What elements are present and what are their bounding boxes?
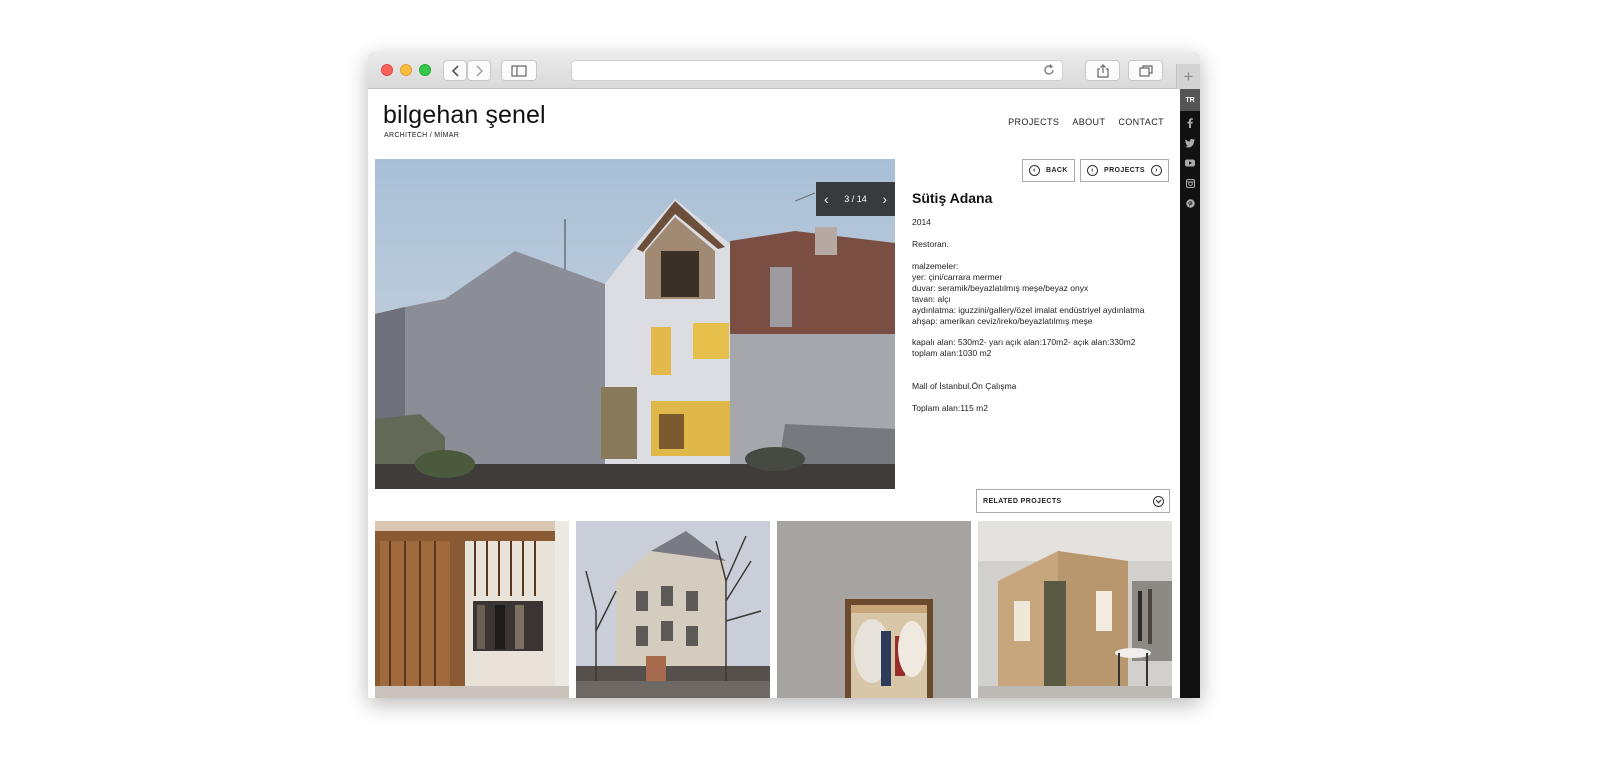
related-project-thumbnail[interactable] <box>777 521 971 698</box>
tabs-icon <box>1138 64 1153 77</box>
related-project-thumbnail[interactable] <box>576 521 770 698</box>
instagram-icon[interactable] <box>1185 178 1195 188</box>
materials-line: tavan: alçı <box>912 294 951 304</box>
street-building-photo <box>576 521 770 698</box>
project-year: 2014 <box>912 217 931 227</box>
wooden-kiosk-photo <box>978 521 1172 698</box>
back-button[interactable]: ‹ BACK <box>1022 159 1075 182</box>
share-icon <box>1096 63 1109 78</box>
reload-icon[interactable] <box>1042 63 1056 77</box>
project-title: Sütiş Adana <box>912 190 993 206</box>
pinterest-icon[interactable] <box>1185 198 1195 208</box>
zoom-window-button[interactable] <box>419 64 431 76</box>
main-nav: PROJECTS ABOUT CONTACT <box>1008 117 1164 127</box>
project-type: Restoran. <box>912 239 949 249</box>
new-tab-button[interactable]: + <box>1176 64 1200 89</box>
nav-item-about[interactable]: ABOUT <box>1072 117 1105 127</box>
materials-line: yer: çini/carrara mermer <box>912 272 1003 282</box>
materials-line: duvar: seramik/beyazlatılmış meşe/beyaz … <box>912 283 1089 293</box>
site-logo[interactable]: bilgehan şenel <box>383 101 546 130</box>
browser-toolbar: + <box>368 52 1200 89</box>
materials-line: ahşap: amerikan ceviz/ireko/beyazlatılmı… <box>912 316 1093 326</box>
share-button[interactable] <box>1085 60 1120 81</box>
minimize-window-button[interactable] <box>400 64 412 76</box>
social-sidebar: TR <box>1180 89 1200 698</box>
browser-window: + bilgehan şenel ARCHITECH / MİMAR PROJE… <box>368 52 1200 698</box>
gallery-counter-text: 3 / 14 <box>844 194 867 204</box>
youtube-icon[interactable] <box>1185 158 1195 168</box>
gallery-counter: ‹ 3 / 14 › <box>816 182 895 216</box>
project-area: kapalı alan: 530m2- yarı açık alan:170m2… <box>912 337 1167 359</box>
chevron-left-icon <box>451 64 459 77</box>
area-line: toplam alan:1030 m2 <box>912 348 992 358</box>
nav-item-projects[interactable]: PROJECTS <box>1008 117 1059 127</box>
forward-nav-button[interactable] <box>467 60 491 81</box>
projects-button-label: PROJECTS <box>1104 167 1145 174</box>
tabs-overview-button[interactable] <box>1128 60 1163 81</box>
chevron-left-circle-icon: ‹ <box>1087 165 1098 176</box>
back-button-label: BACK <box>1046 167 1068 174</box>
facebook-icon[interactable] <box>1185 118 1195 128</box>
site-tagline: ARCHITECH / MİMAR <box>384 132 460 139</box>
chevron-right-icon <box>475 64 483 77</box>
related-project-thumbnail[interactable] <box>375 521 569 698</box>
sidebar-toggle-button[interactable] <box>501 60 537 81</box>
chevron-left-circle-icon: ‹ <box>1029 165 1040 176</box>
related-projects-label: RELATED PROJECTS <box>983 497 1062 505</box>
chevron-down-circle-icon <box>1153 495 1164 507</box>
gallery-prev-button[interactable]: ‹ <box>824 192 829 206</box>
project-materials: malzemeler: yer: çini/carrara mermer duv… <box>912 261 1167 327</box>
materials-line: malzemeler: <box>912 261 959 271</box>
language-switch[interactable]: TR <box>1180 89 1200 111</box>
boutique-interior-photo <box>375 521 569 698</box>
project-note: Mall of İstanbul.Ön Çalışma <box>912 381 1017 391</box>
chevron-right-circle-icon: › <box>1150 165 1162 176</box>
project-note: Toplam alan:115 m2 <box>912 403 988 413</box>
close-window-button[interactable] <box>381 64 393 76</box>
related-project-thumbnail[interactable] <box>978 521 1172 698</box>
gallery-next-button[interactable]: › <box>882 192 887 206</box>
store-window-photo <box>777 521 971 698</box>
materials-line: aydınlatma: iguzzini/gallery/özel imalat… <box>912 305 1145 315</box>
web-page: bilgehan şenel ARCHITECH / MİMAR PROJECT… <box>368 89 1200 698</box>
project-hero-image[interactable]: ‹ 3 / 14 › <box>375 159 895 489</box>
twitter-icon[interactable] <box>1185 138 1195 148</box>
address-bar[interactable] <box>571 60 1063 81</box>
related-projects-dropdown[interactable]: RELATED PROJECTS <box>976 489 1170 513</box>
nav-item-contact[interactable]: CONTACT <box>1118 117 1164 127</box>
projects-button[interactable]: ‹ PROJECTS › <box>1080 159 1169 182</box>
area-line: kapalı alan: 530m2- yarı açık alan:170m2… <box>912 337 1136 347</box>
back-nav-button[interactable] <box>443 60 467 81</box>
sidebar-icon <box>511 64 527 77</box>
